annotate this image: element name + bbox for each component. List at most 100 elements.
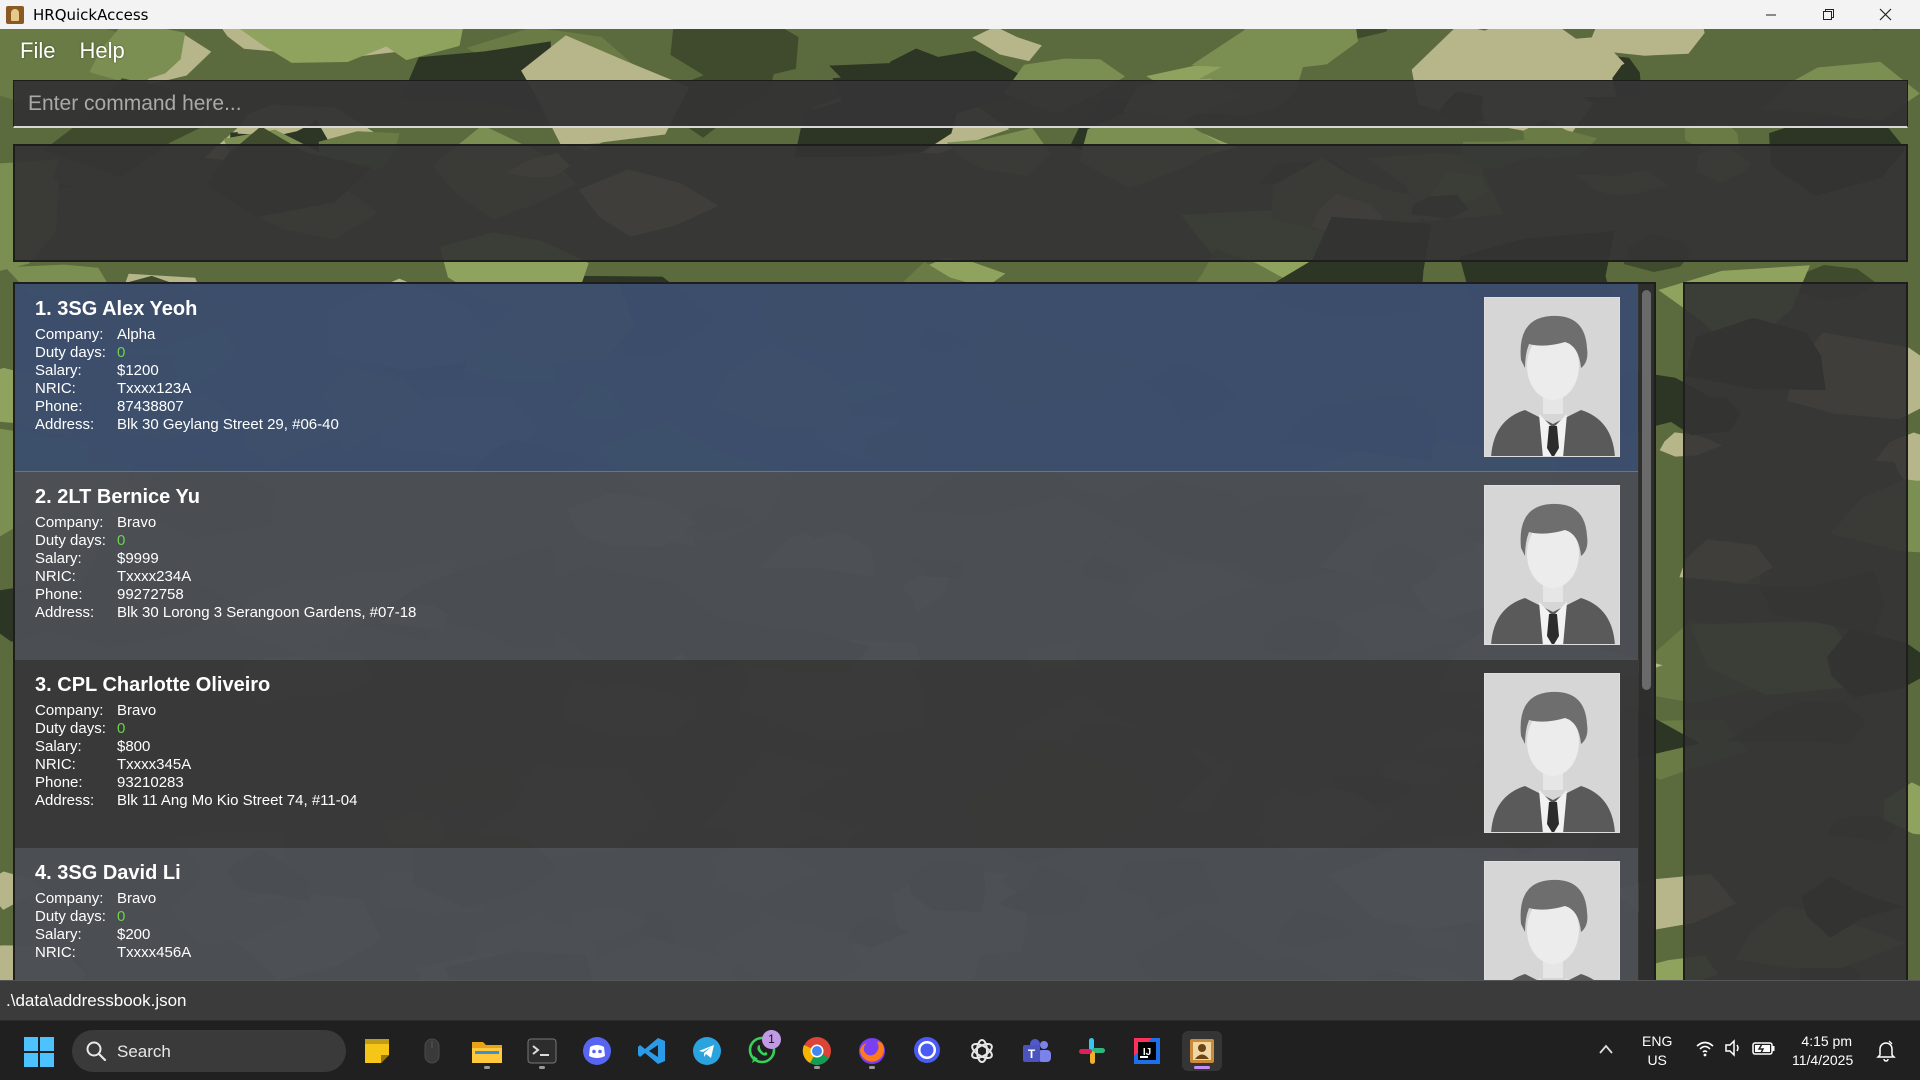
field-label: Company:	[35, 890, 104, 907]
restore-icon	[1822, 9, 1834, 20]
person-card[interactable]: 2. 2LT Bernice Yu Company: Bravo Duty days:…	[15, 472, 1638, 660]
person-field-company: Company: Bravo	[35, 514, 156, 531]
taskbar-file-explorer[interactable]	[467, 1031, 507, 1071]
taskbar-hrquickaccess[interactable]	[1182, 1031, 1222, 1071]
slack-icon	[1079, 1038, 1105, 1064]
wifi-icon[interactable]	[1696, 1039, 1714, 1057]
person-card[interactable]: 1. 3SG Alex Yeoh Company: Alpha Duty days: 0…	[15, 284, 1638, 472]
field-value: Bravo	[117, 890, 157, 907]
language-indicator[interactable]: ENG US	[1642, 1032, 1672, 1070]
taskbar-search[interactable]: Search	[72, 1030, 346, 1072]
field-label: Address:	[35, 416, 95, 433]
language-code: ENG	[1642, 1033, 1673, 1049]
minimize-button[interactable]	[1744, 0, 1798, 29]
avatar-placeholder-icon	[1485, 674, 1619, 832]
restore-button[interactable]	[1801, 0, 1855, 29]
running-indicator	[539, 1066, 545, 1069]
taskbar-firefox[interactable]	[852, 1031, 892, 1071]
menu-file[interactable]: File	[20, 38, 55, 64]
running-indicator	[814, 1066, 820, 1069]
person-name: 4. 3SG David Li	[35, 862, 181, 885]
window-title: HRQuickAccess	[33, 5, 149, 24]
volume-icon[interactable]	[1724, 1039, 1742, 1057]
system-clock[interactable]: 4:15 pm 11/4/2025	[1792, 1032, 1853, 1070]
person-index: 3.	[35, 674, 52, 696]
profile-photo	[1484, 673, 1620, 833]
command-input[interactable]	[14, 81, 1907, 126]
person-name: 1. 3SG Alex Yeoh	[35, 298, 197, 321]
command-box	[13, 80, 1908, 128]
person-field-salary: Salary: $1200	[35, 362, 159, 379]
person-field-duty-days: Duty days: 0	[35, 720, 125, 737]
address-book-icon	[1190, 1039, 1214, 1063]
taskbar-messenger[interactable]	[907, 1031, 947, 1071]
system-tray	[1696, 1039, 1776, 1057]
person-field-address: Address: Blk 30 Lorong 3 Serangoon Garden…	[35, 604, 416, 621]
field-value: $800	[117, 738, 151, 755]
taskbar-teams[interactable]: T	[1017, 1031, 1057, 1071]
field-value: $1200	[117, 362, 159, 379]
person-field-duty-days: Duty days: 0	[35, 908, 125, 925]
taskbar-sticky-notes[interactable]	[357, 1031, 397, 1071]
field-value: 93210283	[117, 774, 184, 791]
app-icon	[6, 5, 24, 24]
field-label: Duty days:	[35, 908, 106, 925]
scrollbar-thumb[interactable]	[1642, 290, 1651, 690]
folder-icon	[472, 1042, 502, 1063]
field-value: Alpha	[117, 326, 156, 343]
field-value: Txxxx234A	[117, 568, 192, 585]
person-name: 3. CPL Charlotte Oliveiro	[35, 674, 270, 697]
mouse-icon	[424, 1038, 440, 1064]
taskbar-vscode[interactable]	[632, 1031, 672, 1071]
person-field-nric: NRIC: Txxxx123A	[35, 380, 191, 397]
person-card[interactable]: 3. CPL Charlotte Oliveiro Company: Bravo Du…	[15, 660, 1638, 848]
field-value: 87438807	[117, 398, 184, 415]
field-label: Duty days:	[35, 344, 106, 361]
person-rank: CPL	[57, 674, 97, 696]
taskbar-mouse-app[interactable]	[412, 1031, 452, 1071]
field-label: Phone:	[35, 586, 83, 603]
taskbar-terminal[interactable]	[522, 1031, 562, 1071]
field-value: Bravo	[117, 702, 157, 719]
field-value: 0	[117, 532, 126, 549]
field-value: $9999	[117, 550, 159, 567]
chevron-up-icon[interactable]	[1598, 1039, 1614, 1060]
field-value: 0	[117, 908, 126, 925]
avatar-placeholder-icon	[1485, 298, 1619, 456]
notification-icon[interactable]	[1876, 1040, 1896, 1066]
field-label: Duty days:	[35, 532, 106, 549]
discord-icon	[583, 1037, 611, 1065]
list-scrollbar[interactable]	[1639, 284, 1654, 980]
taskbar: Search 1 T IJ ENG US 4:15 pm 11/4/2025	[0, 1020, 1920, 1080]
taskbar-slack[interactable]	[1072, 1031, 1112, 1071]
person-card[interactable]: 4. 3SG David Li Company: Bravo Duty days: 0 S…	[15, 848, 1638, 980]
menu-help[interactable]: Help	[79, 38, 124, 64]
result-display	[13, 144, 1908, 262]
person-rank: 3SG	[57, 862, 98, 884]
taskbar-chrome[interactable]	[797, 1031, 837, 1071]
taskbar-chatgpt[interactable]	[962, 1031, 1002, 1071]
person-field-phone: Phone: 93210283	[35, 774, 184, 791]
taskbar-telegram[interactable]	[687, 1031, 727, 1071]
start-button[interactable]	[24, 1037, 54, 1067]
field-label: Salary:	[35, 738, 82, 755]
title-bar: HRQuickAccess	[0, 0, 1920, 29]
search-label: Search	[117, 1042, 171, 1061]
taskbar-intellij[interactable]: IJ	[1127, 1031, 1167, 1071]
person-field-salary: Salary: $9999	[35, 550, 159, 567]
close-button[interactable]	[1858, 0, 1912, 29]
sticky-notes-icon	[365, 1039, 389, 1063]
field-value: Txxxx456A	[117, 944, 192, 961]
region-code: US	[1647, 1052, 1667, 1068]
person-name: 2. 2LT Bernice Yu	[35, 486, 200, 509]
battery-icon[interactable]	[1752, 1039, 1776, 1057]
detail-panel	[1683, 282, 1908, 980]
person-field-company: Company: Bravo	[35, 702, 156, 719]
running-indicator	[1194, 1066, 1210, 1069]
avatar-placeholder-icon	[1485, 486, 1619, 644]
field-label: Company:	[35, 702, 104, 719]
messenger-icon	[914, 1037, 940, 1063]
person-list: 1. 3SG Alex Yeoh Company: Alpha Duty days: 0…	[15, 284, 1638, 980]
clock-time: 4:15 pm	[1801, 1033, 1852, 1049]
taskbar-discord[interactable]	[577, 1031, 617, 1071]
